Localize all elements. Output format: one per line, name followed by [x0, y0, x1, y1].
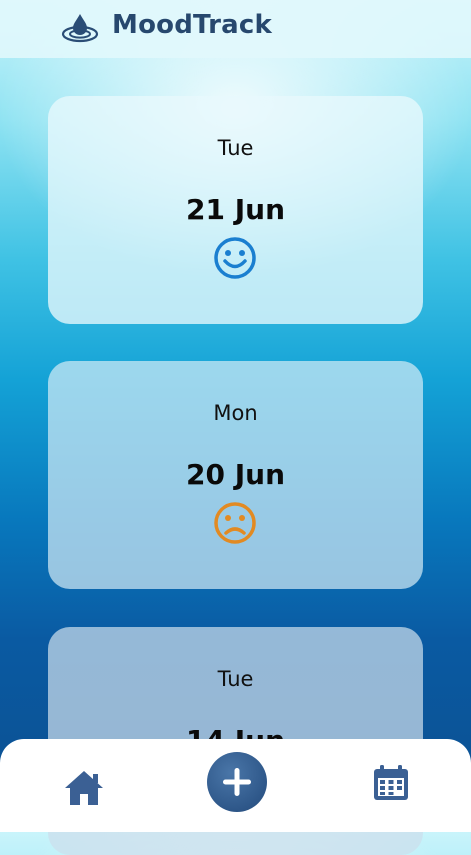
- calendar-icon[interactable]: [371, 763, 411, 803]
- add-entry-button[interactable]: [207, 752, 267, 812]
- app-title: MoodTrack: [112, 10, 272, 40]
- app-header: MoodTrack: [0, 0, 471, 58]
- entry-date: 21 Jun: [186, 193, 285, 226]
- happy-face-icon: [214, 237, 256, 279]
- mood-entry-card[interactable]: Tue 21 Jun: [48, 96, 423, 324]
- bottom-navigation: [0, 739, 471, 832]
- entry-day: Tue: [217, 667, 254, 691]
- mood-entry-card[interactable]: Mon 20 Jun: [48, 361, 423, 589]
- plus-icon: [223, 768, 251, 796]
- entry-date: 20 Jun: [186, 458, 285, 491]
- entry-day: Tue: [217, 136, 254, 160]
- water-drop-ripple-icon: [61, 14, 99, 43]
- sad-face-icon: [214, 502, 256, 544]
- entry-day: Mon: [213, 401, 258, 425]
- home-icon[interactable]: [62, 768, 106, 808]
